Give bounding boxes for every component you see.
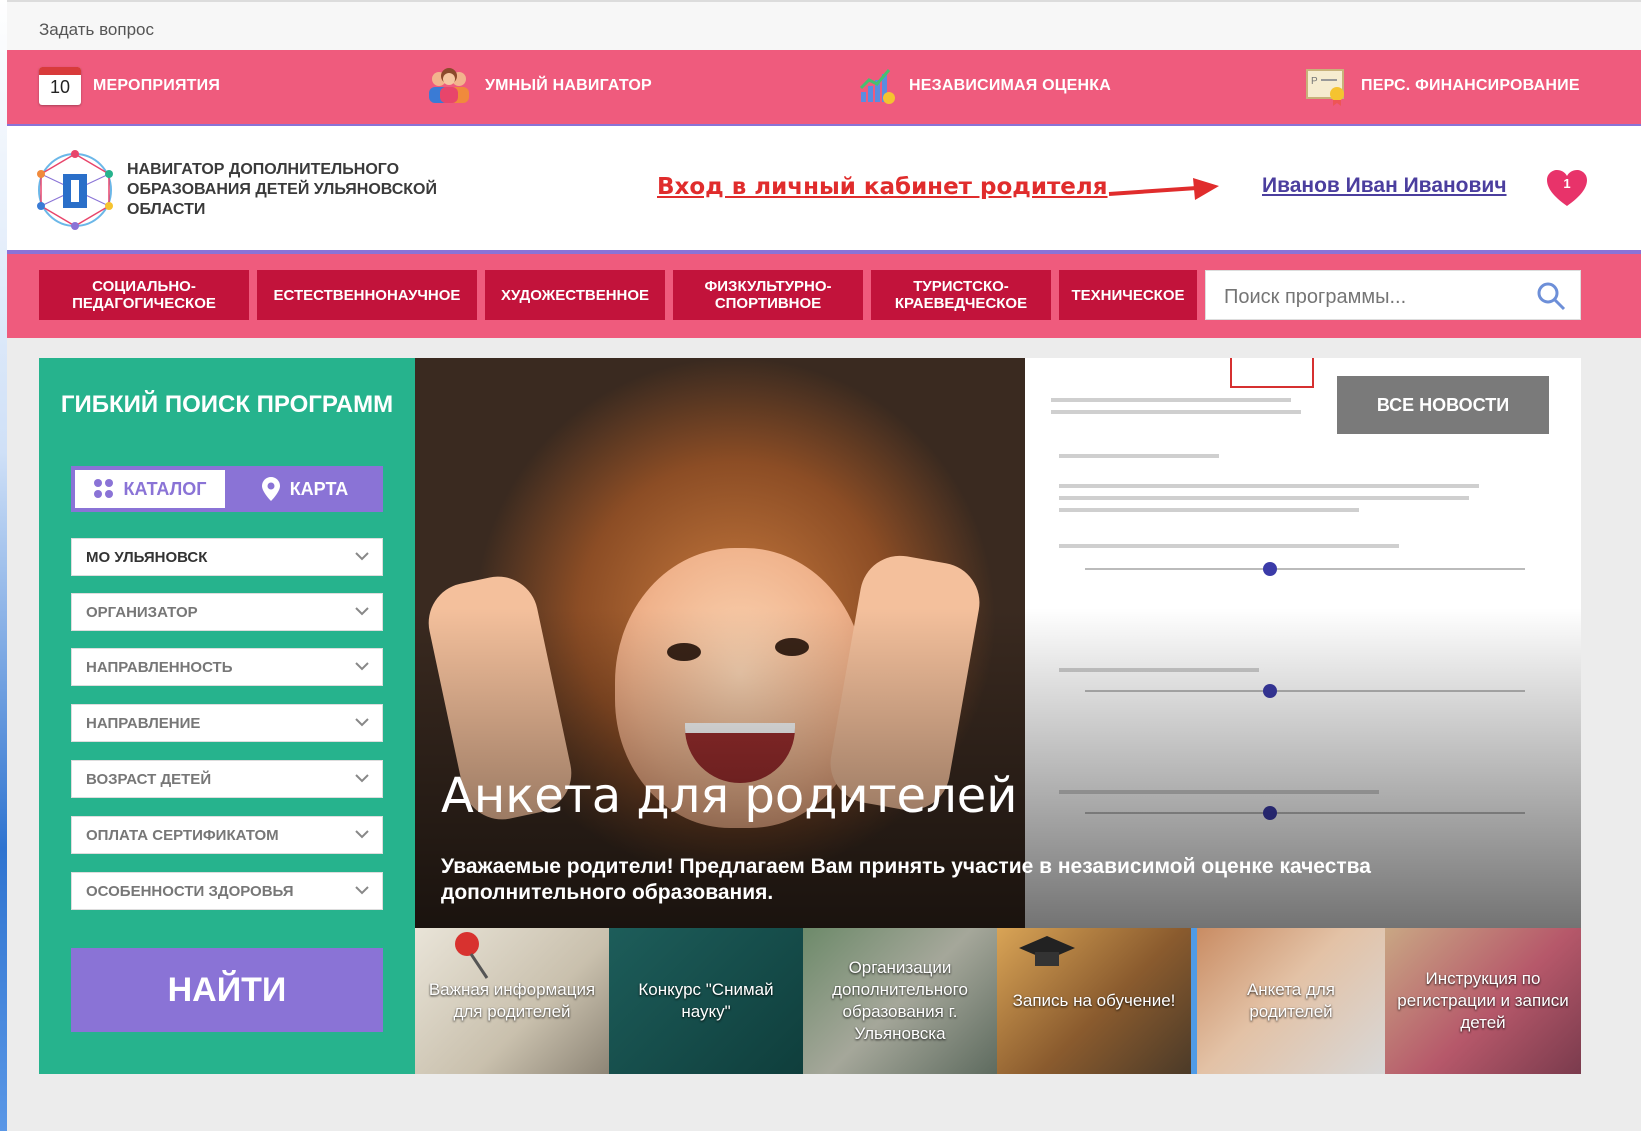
doc-line bbox=[1051, 410, 1301, 414]
search-icon[interactable] bbox=[1536, 281, 1566, 311]
grid-icon bbox=[94, 479, 114, 498]
catalog-tab[interactable]: КАТАЛОГ bbox=[75, 470, 225, 508]
organizer-select[interactable]: ОРГАНИЗАТОР bbox=[71, 593, 383, 631]
slide-edge-decoration bbox=[0, 0, 7, 1131]
focus-select[interactable]: НАПРАВЛЕННОСТЬ bbox=[71, 648, 383, 686]
map-pin-icon bbox=[261, 477, 280, 501]
certificate-payment-select[interactable]: ОПЛАТА СЕРТИФИКАТОМ bbox=[71, 816, 383, 854]
chevron-down-icon bbox=[355, 552, 369, 561]
map-label: КАРТА bbox=[289, 478, 349, 499]
doc-line bbox=[1059, 496, 1469, 500]
doc-line bbox=[1059, 484, 1479, 488]
thumb-enrollment[interactable]: Запись на обучение! bbox=[997, 928, 1191, 1074]
age-select[interactable]: ВОЗРАСТ ДЕТЕЙ bbox=[71, 760, 383, 798]
nav-technical[interactable]: ТЕХНИЧЕСКОЕ bbox=[1059, 270, 1197, 320]
organizer-placeholder: ОРГАНИЗАТОР bbox=[86, 604, 198, 621]
nav-sports[interactable]: ФИЗКУЛЬТУРНО-СПОРТИВНОЕ bbox=[673, 270, 863, 320]
site-header: НАВИГАТОР ДОПОЛНИТЕЛЬНОГО ОБРАЗОВАНИЯ ДЕ… bbox=[7, 126, 1641, 254]
chevron-down-icon bbox=[355, 662, 369, 671]
thumb-caption: Запись на обучение! bbox=[1012, 991, 1176, 1010]
certificate-payment-placeholder: ОПЛАТА СЕРТИФИКАТОМ bbox=[86, 827, 279, 844]
catalog-label: КАТАЛОГ bbox=[123, 478, 207, 499]
direction-select[interactable]: НАПРАВЛЕНИЕ bbox=[71, 704, 383, 742]
chevron-down-icon bbox=[355, 830, 369, 839]
health-features-select[interactable]: ОСОБЕННОСТИ ЗДОРОВЬЯ bbox=[71, 872, 383, 910]
health-features-placeholder: ОСОБЕННОСТИ ЗДОРОВЬЯ bbox=[86, 883, 294, 900]
thumb-science-contest[interactable]: Конкурс "Снимай науку" bbox=[609, 928, 803, 1074]
ask-question-link[interactable]: Задать вопрос bbox=[39, 20, 154, 40]
slide-text: Уважаемые родители! Предлагаем Вам приня… bbox=[441, 855, 1371, 904]
thumb-important-info[interactable]: Важная информация для родителей bbox=[415, 928, 609, 1074]
chevron-down-icon bbox=[355, 718, 369, 727]
independent-assessment-link[interactable]: НЕЗАВИСИМАЯ ОЦЕНКА bbox=[857, 64, 1111, 108]
chart-icon bbox=[859, 69, 895, 104]
assessment-label: НЕЗАВИСИМАЯ ОЦЕНКА bbox=[909, 77, 1112, 94]
favorites-heart-icon[interactable]: 1 bbox=[1547, 170, 1587, 208]
arrow-right-icon bbox=[1108, 178, 1219, 200]
thumb-registration-guide[interactable]: Инструкция по регистрации и записи детей bbox=[1385, 928, 1581, 1074]
doc-line bbox=[1051, 398, 1291, 402]
municipality-select[interactable]: МО УЛЬЯНОВСК bbox=[71, 538, 383, 576]
doc-line bbox=[1059, 508, 1359, 512]
login-hint: Вход в личный кабинет родителя bbox=[657, 174, 1108, 200]
age-placeholder: ВОЗРАСТ ДЕТЕЙ bbox=[86, 771, 212, 788]
rating-track bbox=[1085, 568, 1525, 570]
doc-line bbox=[1059, 454, 1219, 458]
direction-placeholder: НАПРАВЛЕНИЕ bbox=[86, 715, 201, 732]
navigator-label: УМНЫЙ НАВИГАТОР bbox=[485, 77, 652, 94]
slide-title: Анкета для родителей bbox=[441, 768, 1018, 824]
thumb-caption: Конкурс "Снимай науку" bbox=[638, 980, 774, 1021]
rating-knob bbox=[1263, 562, 1277, 576]
nav-social-pedagogical[interactable]: СОЦИАЛЬНО-ПЕДАГОГИЧЕСКОЕ bbox=[39, 270, 249, 320]
map-tab[interactable]: КАРТА bbox=[231, 470, 379, 508]
slider-thumbnails: Важная информация для родителей Конкурс … bbox=[415, 928, 1581, 1074]
certificate-icon: P bbox=[1306, 69, 1344, 106]
calendar-day: 10 bbox=[49, 77, 71, 97]
nav-natural-science[interactable]: ЕСТЕСТВЕННОНАУЧНОЕ bbox=[257, 270, 477, 320]
thumb-caption: Важная информация для родителей bbox=[428, 980, 596, 1021]
view-toggle: КАТАЛОГ КАРТА bbox=[71, 466, 383, 512]
program-search bbox=[1205, 270, 1581, 320]
service-bar: 10 МЕРОПРИЯТИЯ УМНЫЙ НАВИГАТОР НЕЗАВИСИМ… bbox=[7, 50, 1641, 127]
municipality-value: МО УЛЬЯНОВСК bbox=[86, 549, 208, 566]
thumb-questionnaire[interactable]: Анкета для родителей bbox=[1191, 928, 1385, 1074]
tab-highlight-frame bbox=[1230, 358, 1314, 388]
user-profile-link[interactable]: Иванов Иван Иванович bbox=[1262, 174, 1507, 198]
chevron-down-icon bbox=[355, 607, 369, 616]
focus-placeholder: НАПРАВЛЕННОСТЬ bbox=[86, 659, 233, 676]
nav-tourism[interactable]: ТУРИСТСКО-КРАЕВЕДЧЕСКОЕ bbox=[871, 270, 1051, 320]
thumb-caption: Инструкция по регистрации и записи детей bbox=[1397, 969, 1569, 1032]
nav-artistic[interactable]: ХУДОЖЕСТВЕННОЕ bbox=[485, 270, 665, 320]
thumb-caption: Анкета для родителей bbox=[1246, 980, 1336, 1021]
thumb-caption: Организации дополнительного образования … bbox=[832, 958, 968, 1043]
chevron-down-icon bbox=[355, 774, 369, 783]
svg-text:P: P bbox=[1311, 76, 1318, 87]
all-news-button[interactable]: ВСЕ НОВОСТИ bbox=[1337, 376, 1549, 434]
events-link[interactable]: 10 МЕРОПРИЯТИЯ bbox=[39, 64, 220, 108]
smart-navigator-link[interactable]: УМНЫЙ НАВИГАТОР bbox=[425, 64, 652, 108]
personal-financing-link[interactable]: P ПЕРС. ФИНАНСИРОВАНИЕ bbox=[1305, 64, 1580, 108]
search-input[interactable] bbox=[1222, 283, 1526, 311]
flexible-search-panel: ГИБКИЙ ПОИСК ПРОГРАММ КАТАЛОГ КАРТА МО У… bbox=[39, 358, 415, 1074]
top-utility-bar: Задать вопрос bbox=[7, 0, 1641, 52]
find-button[interactable]: НАЙТИ bbox=[71, 948, 383, 1032]
navigator-logo-icon[interactable] bbox=[35, 150, 115, 230]
page: Задать вопрос 10 МЕРОПРИЯТИЯ УМНЫЙ НАВИГ… bbox=[7, 0, 1641, 1131]
people-icon bbox=[429, 68, 469, 103]
chevron-down-icon bbox=[355, 886, 369, 895]
filter-title: ГИБКИЙ ПОИСК ПРОГРАММ bbox=[60, 391, 394, 418]
financing-label: ПЕРС. ФИНАНСИРОВАНИЕ bbox=[1361, 77, 1580, 94]
favorites-count: 1 bbox=[1563, 176, 1570, 191]
direction-nav: СОЦИАЛЬНО-ПЕДАГОГИЧЕСКОЕ ЕСТЕСТВЕННОНАУЧ… bbox=[7, 254, 1641, 338]
doc-line bbox=[1059, 544, 1399, 548]
thumb-organizations[interactable]: Организации дополнительного образования … bbox=[803, 928, 997, 1074]
events-label: МЕРОПРИЯТИЯ bbox=[93, 77, 221, 94]
calendar-icon: 10 bbox=[39, 67, 81, 105]
site-title[interactable]: НАВИГАТОР ДОПОЛНИТЕЛЬНОГО ОБРАЗОВАНИЯ ДЕ… bbox=[127, 160, 457, 220]
news-slider[interactable]: ВСЕ НОВОСТИ Анкета для родителей Уважаем… bbox=[415, 358, 1581, 928]
